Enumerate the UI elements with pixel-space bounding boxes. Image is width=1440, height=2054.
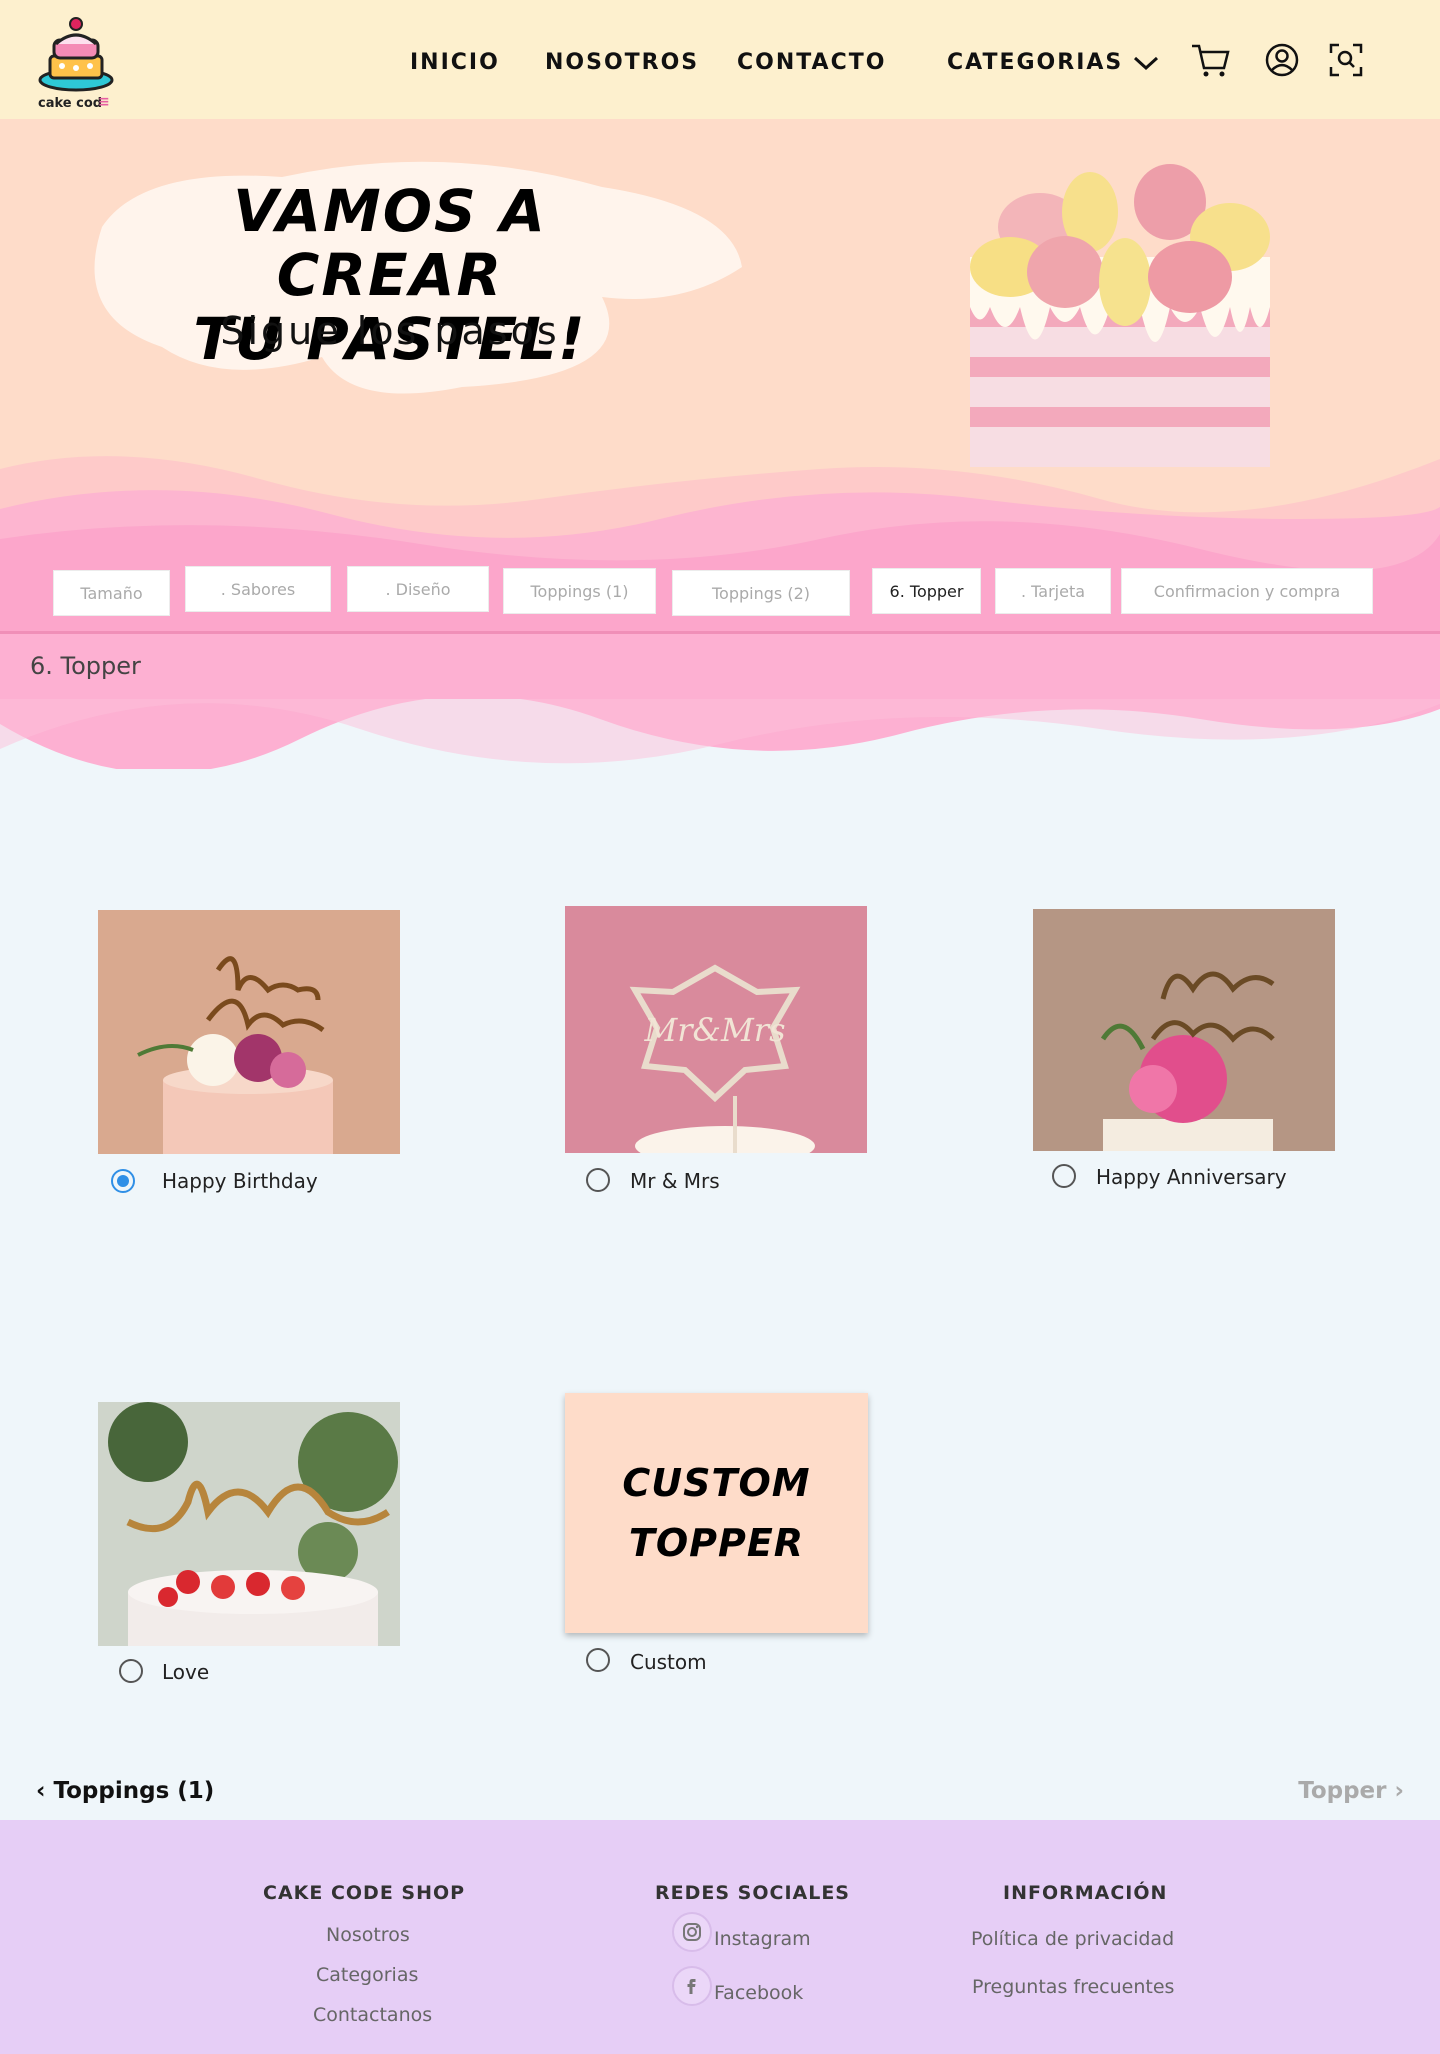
footer-link-privacy[interactable]: Política de privacidad — [971, 1928, 1174, 1950]
option-label-custom: Custom — [630, 1650, 707, 1674]
footer-link-nosotros[interactable]: Nosotros — [326, 1924, 410, 1946]
footer-link-instagram[interactable]: Instagram — [714, 1928, 811, 1950]
facebook-icon[interactable] — [672, 1966, 712, 2006]
search-scan-icon[interactable] — [1326, 40, 1366, 80]
step-tab-toppings-2[interactable]: Toppings (2) — [672, 570, 850, 616]
user-account-icon[interactable] — [1262, 40, 1302, 80]
love-topper-image — [98, 1402, 400, 1646]
topper-image-happy-anniversary[interactable] — [1033, 909, 1335, 1151]
step-tab-confirmacion[interactable]: Confirmacion y compra — [1121, 568, 1373, 614]
mr-mrs-topper-image: Mr&Mrs — [565, 906, 867, 1153]
step-tab-sabores[interactable]: . Sabores — [185, 566, 331, 612]
nav-contacto[interactable]: CONTACTO — [737, 50, 886, 75]
option-label-happy-birthday: Happy Birthday — [162, 1169, 318, 1193]
footer-heading-shop: CAKE CODE SHOP — [263, 1882, 466, 1904]
happy-anniversary-topper-image — [1033, 909, 1335, 1151]
chevron-down-icon — [1133, 56, 1158, 71]
nav-categorias-label: CATEGORIAS — [947, 50, 1124, 75]
macaron-cake-image — [970, 164, 1270, 467]
chevron-right-icon: › — [1394, 1778, 1404, 1804]
radio-love[interactable] — [119, 1659, 143, 1683]
option-label-happy-anniversary: Happy Anniversary — [1096, 1165, 1287, 1189]
brand-logo[interactable]: cake cod ≡ — [36, 14, 116, 114]
instagram-icon[interactable] — [672, 1912, 712, 1952]
topper-image-love[interactable] — [98, 1402, 400, 1646]
option-label-mr-mrs: Mr & Mrs — [630, 1169, 720, 1193]
section-header: 6. Topper — [0, 631, 1440, 699]
topper-image-happy-birthday[interactable] — [98, 910, 400, 1154]
brand-name: cake cod — [38, 96, 103, 111]
radio-custom[interactable] — [586, 1648, 610, 1672]
nav-categorias[interactable]: CATEGORIAS — [947, 50, 1159, 75]
step-tab-diseno[interactable]: . Diseño — [347, 566, 489, 612]
hero-title-line1: VAMOS A CREAR — [233, 177, 547, 309]
radio-happy-birthday[interactable] — [111, 1169, 135, 1193]
custom-card-line2: TOPPER — [628, 1521, 805, 1565]
step-tab-toppings-1[interactable]: Toppings (1) — [503, 568, 656, 614]
option-label-love: Love — [162, 1660, 210, 1684]
custom-topper-card[interactable]: CUSTOM TOPPER — [565, 1393, 868, 1633]
cart-icon[interactable] — [1190, 40, 1230, 80]
menu-lines-icon: ≡ — [98, 94, 110, 110]
topper-image-mr-mrs[interactable]: Mr&Mrs — [565, 906, 867, 1153]
step-tab-tarjeta[interactable]: . Tarjeta — [995, 568, 1111, 614]
section-wave-decoration — [0, 699, 1440, 769]
happy-birthday-topper-image — [98, 910, 400, 1154]
hero-subtitle: Sigue los pasos — [220, 309, 560, 353]
cake-logo-icon — [38, 17, 114, 92]
footer-link-faq[interactable]: Preguntas frecuentes — [972, 1976, 1174, 1998]
previous-step-link[interactable]: ‹ Toppings (1) — [36, 1778, 214, 1804]
nav-inicio[interactable]: INICIO — [410, 50, 500, 75]
footer-heading-info: INFORMACIÓN — [1003, 1882, 1168, 1904]
nav-nosotros[interactable]: NOSOTROS — [545, 50, 699, 75]
radio-happy-anniversary[interactable] — [1052, 1164, 1076, 1188]
footer-link-contactanos[interactable]: Contactanos — [313, 2004, 432, 2026]
radio-mr-mrs[interactable] — [586, 1168, 610, 1192]
previous-step-label: Toppings (1) — [53, 1778, 215, 1804]
next-step-link[interactable]: Topper › — [1298, 1778, 1404, 1804]
top-nav: cake cod ≡ INICIO NOSOTROS CONTACTO CATEG… — [0, 0, 1440, 119]
custom-card-line1: CUSTOM — [622, 1461, 811, 1505]
next-step-label: Topper — [1298, 1778, 1387, 1804]
step-tab-tamano[interactable]: Tamaño — [53, 570, 170, 616]
footer-link-facebook[interactable]: Facebook — [714, 1982, 803, 2004]
svg-text:Mr&Mrs: Mr&Mrs — [643, 1011, 785, 1049]
site-footer: CAKE CODE SHOP Nosotros Categorias Conta… — [0, 1820, 1440, 2054]
step-tab-topper-active[interactable]: 6. Topper — [872, 568, 981, 614]
footer-heading-social: REDES SOCIALES — [655, 1882, 850, 1904]
section-title: 6. Topper — [30, 652, 141, 680]
hero-banner: VAMOS A CREAR TU PASTEL! Sigue los pasos — [0, 119, 1440, 639]
footer-link-categorias[interactable]: Categorias — [316, 1964, 418, 1986]
chevron-left-icon: ‹ — [36, 1778, 46, 1804]
